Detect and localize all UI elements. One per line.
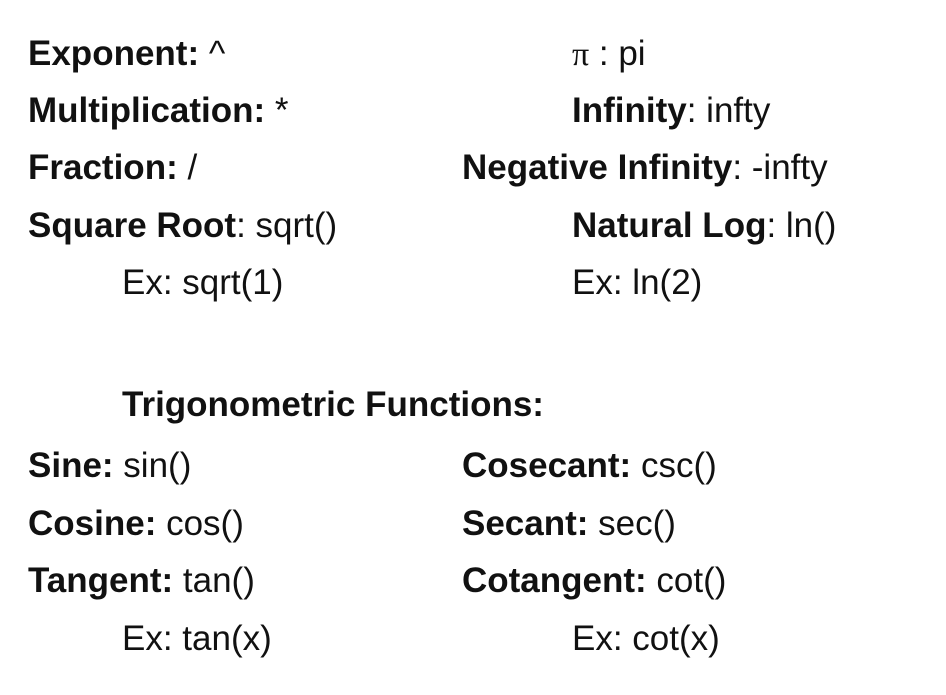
cotangent-value: cot() — [646, 561, 727, 600]
square-root-value: : sqrt() — [236, 206, 338, 245]
square-root-label: Square Root — [28, 206, 237, 245]
multiplication-label: Multiplication: — [28, 91, 266, 130]
cotangent-entry: Cotangent: cot() — [462, 561, 726, 601]
exponent-label: Exponent: — [28, 34, 200, 73]
tangent-label: Tangent: — [28, 561, 174, 600]
secant-entry: Secant: sec() — [462, 504, 676, 544]
cosine-entry: Cosine: cos() — [28, 504, 244, 544]
fraction-value: / — [177, 148, 198, 187]
tangent-value: tan() — [173, 561, 255, 600]
infinity-value: : infty — [686, 91, 771, 130]
negative-infinity-entry: Negative Infinity: -infty — [462, 148, 828, 188]
secant-value: sec() — [588, 504, 676, 543]
square-root-entry: Square Root: sqrt() — [28, 206, 337, 246]
square-root-example: Ex: sqrt(1) — [122, 263, 284, 302]
tangent-entry: Tangent: tan() — [28, 561, 255, 601]
fraction-label: Fraction: — [28, 148, 178, 187]
tangent-example: Ex: tan(x) — [122, 619, 272, 658]
natural-log-label: Natural Log — [572, 206, 767, 245]
exponent-value: ^ — [199, 34, 226, 73]
cosecant-value: csc() — [631, 446, 717, 485]
pi-symbol: π — [572, 36, 590, 73]
cotangent-label: Cotangent: — [462, 561, 647, 600]
pi-value: : pi — [589, 34, 646, 73]
negative-infinity-value: : -infty — [732, 148, 828, 187]
infinity-label: Infinity — [572, 91, 687, 130]
natural-log-example: Ex: ln(2) — [572, 263, 703, 302]
trig-heading: Trigonometric Functions: — [122, 385, 544, 424]
sine-entry: Sine: sin() — [28, 446, 191, 486]
multiplication-entry: Multiplication: * — [28, 91, 289, 131]
cosine-value: cos() — [156, 504, 244, 543]
infinity-entry: Infinity: infty — [572, 91, 770, 131]
sine-value: sin() — [113, 446, 192, 485]
secant-label: Secant: — [462, 504, 589, 543]
cosine-label: Cosine: — [28, 504, 157, 543]
natural-log-entry: Natural Log: ln() — [572, 206, 836, 246]
negative-infinity-label: Negative Infinity — [462, 148, 733, 187]
sine-label: Sine: — [28, 446, 114, 485]
cosecant-entry: Cosecant: csc() — [462, 446, 717, 486]
cosecant-label: Cosecant: — [462, 446, 632, 485]
pi-entry: π : pi — [572, 34, 646, 75]
multiplication-value: * — [265, 91, 289, 130]
cotangent-example: Ex: cot(x) — [572, 619, 720, 658]
exponent-entry: Exponent: ^ — [28, 34, 225, 74]
fraction-entry: Fraction: / — [28, 148, 197, 188]
natural-log-value: : ln() — [766, 206, 837, 245]
